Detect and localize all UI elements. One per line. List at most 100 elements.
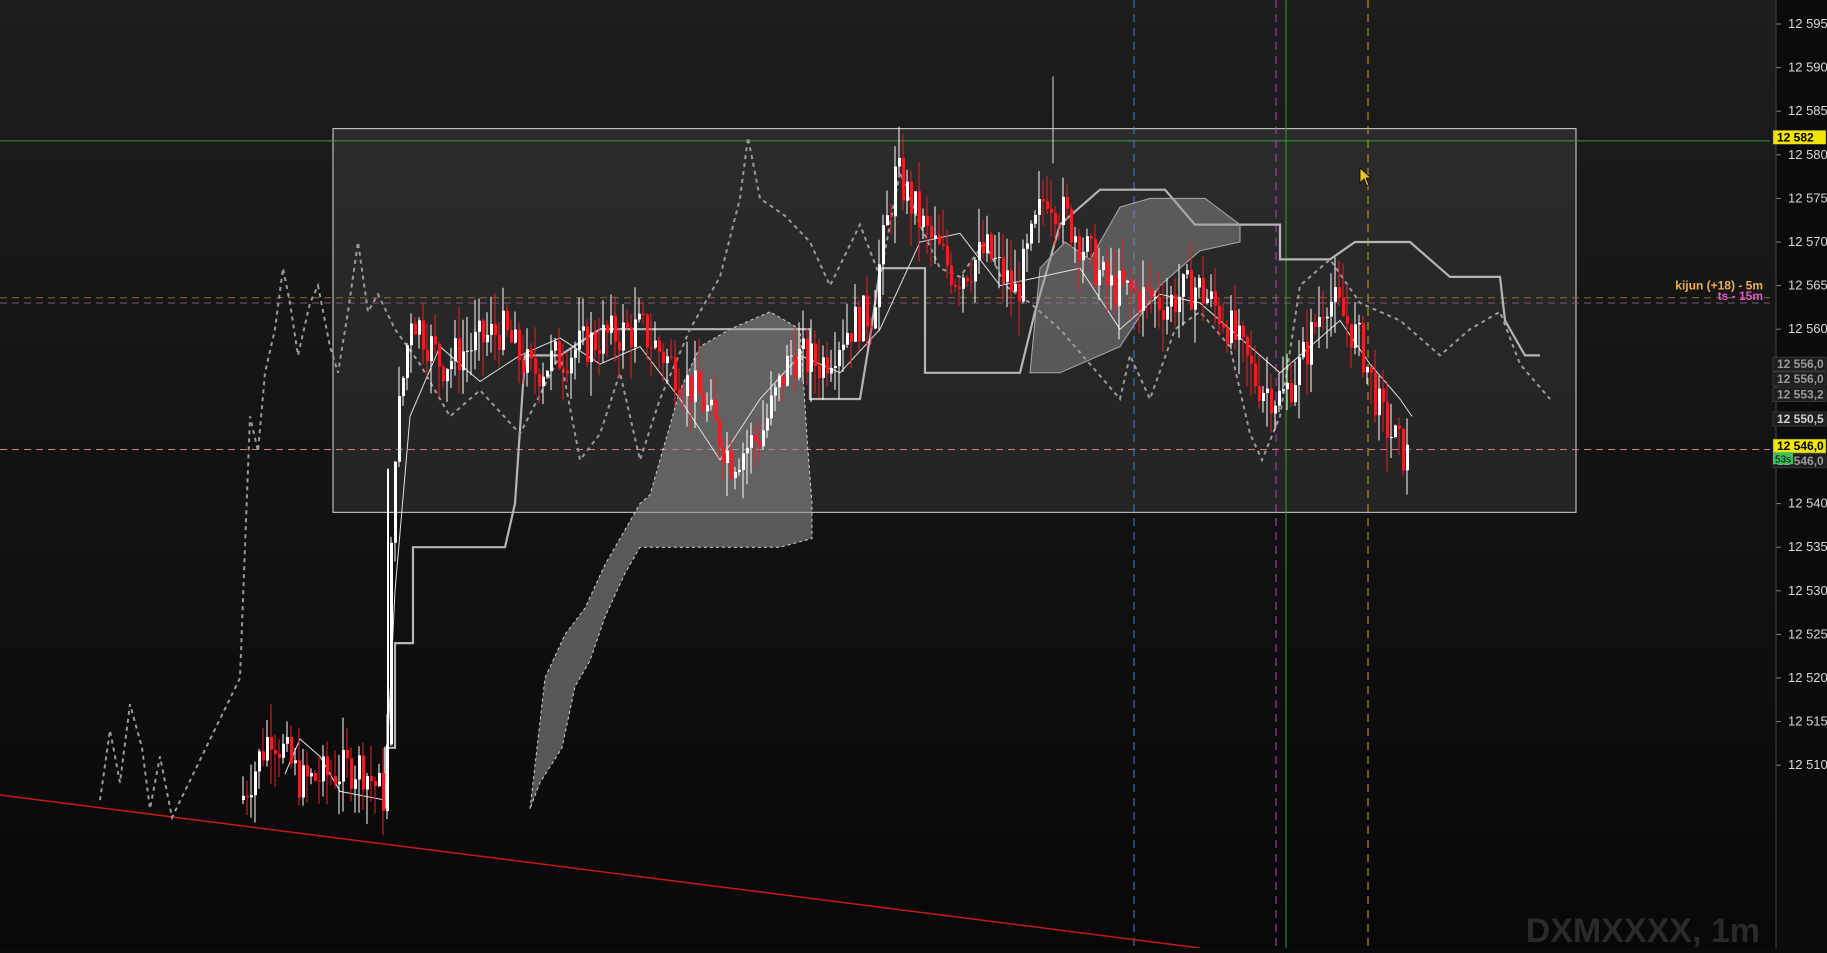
candle-body [750,435,753,448]
candle-body [494,324,497,336]
candle-body [874,307,877,329]
candle-body [1050,208,1053,213]
candle-body [554,341,557,351]
candle-body [1374,372,1377,416]
candle-body [242,795,245,801]
price-chart[interactable]: kijun (+18) - 5m ts - 15m DXMXXXX, 1m 12 5… [0,0,1827,950]
candle-body [858,306,861,342]
candle-body [1314,322,1317,327]
candle-body [514,329,517,343]
candle-body [370,776,373,782]
candle-body [842,344,845,350]
candle-body [1310,322,1313,365]
candle-body [1394,425,1397,438]
candle-body [286,737,289,744]
candle-body [1090,236,1093,239]
candle-body [454,338,457,361]
candle-body [702,393,705,412]
candle-body [746,447,749,454]
candle-body [582,326,585,331]
candle-body [1198,277,1201,288]
candle-body [1238,325,1241,340]
candle-body [518,329,521,361]
axis-tick-label: 12 595 [1788,16,1827,31]
candle-body [630,327,633,348]
candle-body [326,756,329,776]
candle-body [342,750,345,782]
candle-body [1062,196,1065,226]
candle-body [734,472,737,478]
candle-body [1182,274,1185,297]
candle-body [1086,236,1089,252]
chart-canvas[interactable]: kijun (+18) - 5mts - 15mDXMXXXX, 1m 12 5… [0,0,1827,950]
candle-body [266,736,269,761]
candle-body [922,215,925,228]
candle-body [314,773,317,781]
candle-body [790,355,793,357]
candle-body [898,157,901,167]
candle-body [394,461,397,543]
candle-body [1282,389,1285,391]
candle-body [670,356,673,358]
candle-body [1398,425,1401,429]
candle-body [1070,208,1073,243]
candle-body [566,370,569,374]
candle-body [694,370,697,402]
candle-body [1150,289,1153,299]
candle-body [406,345,409,378]
candle-body [254,771,257,796]
candle-body [718,419,721,447]
candle-body [818,366,821,378]
candle-body [654,340,657,348]
price-tag-label: 12 550,5 [1777,412,1824,426]
candle-body [934,235,937,238]
candle-body [726,450,729,464]
candle-body [1010,270,1013,292]
candle-body [1406,444,1409,471]
candle-body [1258,386,1261,401]
candle-body [970,281,973,283]
candle-body [986,234,989,254]
candle-body [674,357,677,391]
candle-body [894,166,897,217]
candle-body [1202,277,1205,303]
candle-body [282,743,285,758]
candle-body [1018,283,1021,302]
candle-body [1382,388,1385,403]
candle-body [1362,322,1365,373]
candle-body [762,430,765,447]
candle-body [426,349,429,362]
candle-body [810,343,813,372]
candle-body [290,737,293,764]
candle-body [682,395,685,397]
candle-body [662,351,665,364]
candle-body [850,333,853,342]
candle-body [722,446,725,464]
axis-tick-label: 12 535 [1788,539,1827,554]
candle-body [262,751,265,761]
candle-body [1098,269,1101,286]
candle-body [1162,310,1165,320]
candle-body [798,348,801,378]
candle-body [1194,287,1197,310]
candle-body [294,760,297,764]
candle-body [1158,296,1161,311]
candle-body [610,315,613,333]
candle-body [954,284,957,287]
candle-body [1058,224,1061,226]
axis-tick-label: 12 585 [1788,103,1827,118]
candle-body [338,781,341,785]
candle-body [906,181,909,201]
candle-body [1034,214,1037,224]
line-annotation: ts - 15m [1718,289,1763,303]
candle-body [250,795,253,798]
candle-body [598,350,601,354]
candle-body [930,225,933,238]
candle-body [946,245,949,266]
price-tag-label: 12 582 [1777,130,1814,144]
axis-tick-label: 12 515 [1788,714,1827,729]
candle-body [998,257,1001,259]
candle-body [938,235,941,245]
range-box[interactable] [332,128,1577,513]
candle-body [926,215,929,226]
